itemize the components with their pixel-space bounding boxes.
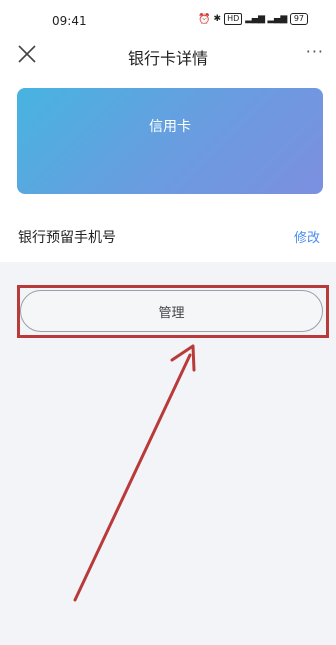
signal-icon: ▂▄▆: [245, 14, 265, 24]
battery-icon: 97: [289, 13, 308, 25]
nav-bar: 银行卡详情 ···: [0, 40, 336, 70]
annotation-arrow-head: [170, 344, 196, 372]
status-icons: ⏰ ✱ HD ▂▄▆ ▂▄▆ 97: [198, 13, 308, 25]
reserved-phone-label: 银行预留手机号: [18, 230, 116, 246]
page-title: 银行卡详情: [127, 49, 208, 68]
bluetooth-icon: ✱: [213, 14, 222, 24]
more-icon[interactable]: ···: [306, 42, 324, 61]
alarm-icon: ⏰: [198, 13, 211, 25]
hd-icon: HD: [224, 13, 243, 25]
status-bar: 09:41 ⏰ ✱ HD ▂▄▆ ▂▄▆ 97: [0, 0, 336, 40]
card-type-label: 信用卡: [149, 119, 191, 135]
reserved-phone-row: 银行预留手机号 修改: [0, 213, 336, 257]
battery-level: 97: [293, 14, 304, 23]
bank-card[interactable]: 信用卡: [17, 88, 323, 194]
annotation-highlight-box: [17, 285, 329, 338]
modify-link[interactable]: 修改: [294, 227, 320, 246]
status-time: 09:41: [52, 14, 87, 28]
signal-icon-2: ▂▄▆: [267, 14, 288, 24]
annotation-arrow-shaft: [73, 353, 192, 602]
